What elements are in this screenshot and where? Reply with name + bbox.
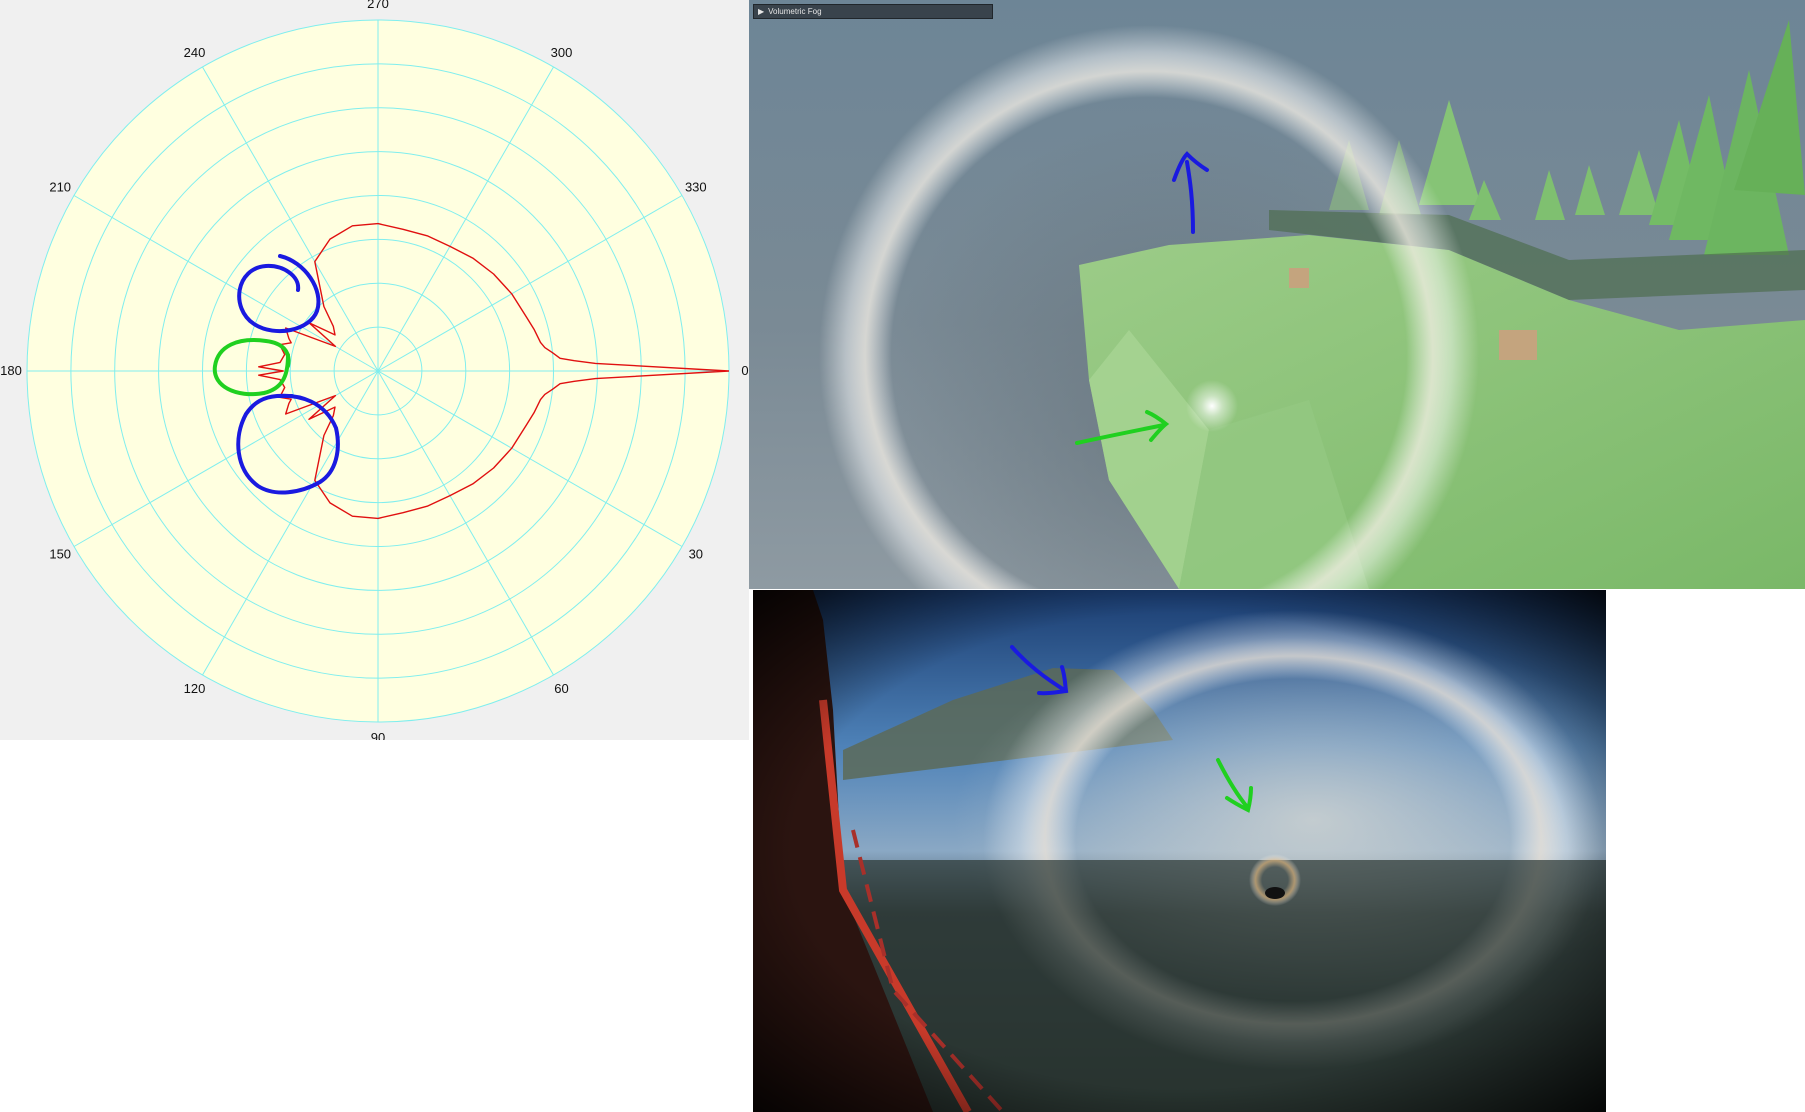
angle-label-0: 0 (741, 363, 748, 378)
photo-vignette (753, 590, 1606, 1112)
polar-chart: 0 30 60 90 120 150 180 210 240 270 300 330 (0, 0, 748, 740)
angle-label-150: 150 (49, 547, 71, 562)
volumetric-fog-render: ▶ Volumetric Fog (749, 0, 1805, 589)
sun-glow (1186, 380, 1238, 432)
angle-label-180: 180 (0, 363, 22, 378)
angle-label-330: 330 (685, 180, 707, 195)
volumetric-fog-header[interactable]: ▶ Volumetric Fog (753, 4, 993, 19)
angle-label-240: 240 (184, 45, 206, 60)
expand-arrow-icon[interactable]: ▶ (758, 5, 764, 18)
angle-label-210: 210 (49, 180, 71, 195)
angle-label-300: 300 (551, 45, 573, 60)
angle-label-90: 90 (371, 730, 385, 740)
angle-label-270: 270 (367, 0, 389, 11)
polar-chart-panel: 0 30 60 90 120 150 180 210 240 270 300 330 (0, 0, 749, 740)
volumetric-fog-label: Volumetric Fog (768, 7, 822, 16)
angle-label-120: 120 (184, 681, 206, 696)
angle-label-30: 30 (689, 547, 703, 562)
angle-label-60: 60 (554, 681, 568, 696)
fog-bow-photo (753, 590, 1606, 1112)
tree-trunk (1499, 330, 1537, 360)
render-scene (749, 0, 1805, 589)
photo-scene (753, 590, 1606, 1112)
